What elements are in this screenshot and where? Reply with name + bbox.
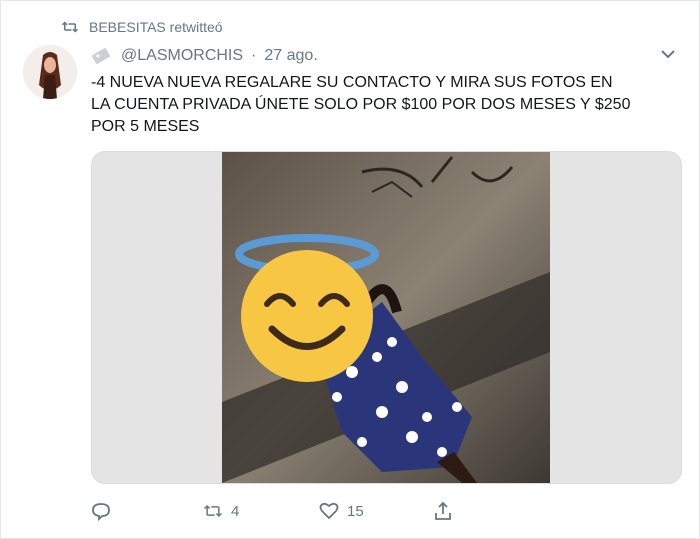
separator-dot: ·	[251, 47, 257, 64]
tweet-media[interactable]	[91, 151, 682, 484]
retweet-count: 4	[231, 502, 240, 520]
avatar-photo	[23, 45, 77, 99]
like-count: 15	[347, 502, 364, 520]
share-icon	[435, 501, 451, 520]
author-handle[interactable]: @LASMORCHIS	[121, 47, 243, 65]
tweet-text: -4 NUEVA NUEVA REGALARE SU CONTACTO Y MI…	[91, 74, 631, 135]
tag-icon	[91, 48, 111, 64]
tweet-actions: 4 15	[91, 501, 491, 525]
retweet-icon	[61, 21, 79, 33]
smiling-face-with-halo-emoji	[235, 234, 379, 382]
retweet-icon	[204, 504, 222, 518]
chevron-down-icon[interactable]	[661, 49, 675, 59]
retweet-context: BEBESITAS retwitteó	[61, 18, 223, 36]
media-photo	[222, 152, 550, 483]
like-button[interactable]: 15	[319, 501, 364, 521]
reply-icon	[92, 503, 110, 521]
retweet-context-text: BEBESITAS retwitteó	[89, 19, 223, 35]
tweet-timestamp[interactable]: 27 ago.	[264, 47, 317, 65]
avatar[interactable]	[23, 45, 77, 99]
share-button[interactable]	[433, 501, 453, 521]
retweet-button[interactable]: 4	[203, 501, 239, 521]
tweet-header: @LASMORCHIS · 27 ago.	[91, 45, 318, 67]
reply-button[interactable]	[91, 501, 111, 521]
heart-icon	[319, 502, 339, 520]
tweet-card: BEBESITAS retwitteó @LASMORCHIS · 27 ago…	[0, 0, 700, 539]
